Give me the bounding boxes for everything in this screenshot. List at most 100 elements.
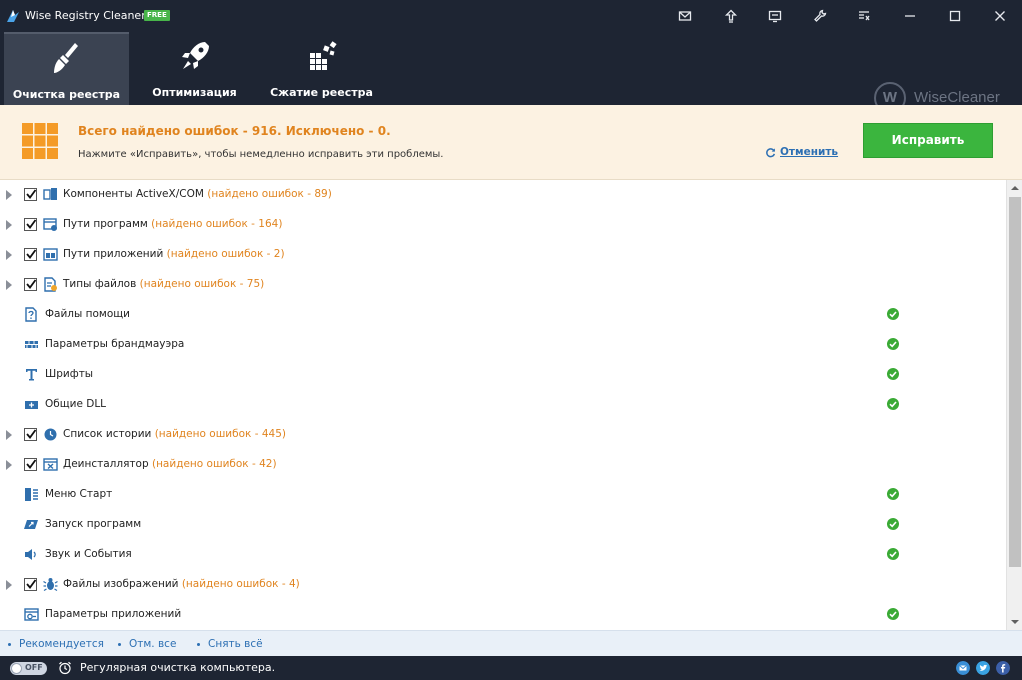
category-label: Пути приложений (найдено ошибок - 2): [63, 248, 285, 260]
registry-category-row[interactable]: Пути приложений (найдено ошибок - 2): [0, 240, 1006, 270]
deselect-all-link[interactable]: Снять всё: [197, 638, 263, 650]
expand-arrow-icon[interactable]: [6, 220, 12, 230]
sound-icon: [25, 549, 36, 560]
tab-optimization[interactable]: Оптимизация: [132, 32, 257, 105]
error-count: (найдено ошибок - 164): [151, 218, 283, 230]
wrench-icon: [814, 9, 827, 22]
category-checkbox[interactable]: [24, 248, 37, 261]
tab-label: Оптимизация: [152, 86, 237, 99]
ok-check-icon: [887, 608, 899, 620]
expand-arrow-icon[interactable]: [6, 460, 12, 470]
image-file-icon: [43, 578, 58, 592]
maximize-button[interactable]: [937, 0, 973, 32]
ok-check-icon: [887, 488, 899, 500]
registry-category-row[interactable]: Звук и События: [0, 540, 1006, 570]
registry-category-row[interactable]: Запуск программ: [0, 510, 1006, 540]
errors-found-title: Всего найдено ошибок - 916. Исключено - …: [78, 124, 391, 138]
category-checkbox[interactable]: [24, 428, 37, 441]
category-name: Файлы помощи: [45, 308, 130, 320]
expand-arrow-icon[interactable]: [6, 430, 12, 440]
brand-name: WiseCleaner: [914, 89, 1000, 106]
expand-arrow-icon[interactable]: [6, 190, 12, 200]
close-icon: [995, 11, 1005, 21]
menu-button[interactable]: [846, 0, 882, 32]
ok-check-icon: [887, 308, 899, 320]
registry-category-row[interactable]: Пути программ (найдено ошибок - 164): [0, 210, 1006, 240]
checkmark-icon: [26, 429, 37, 439]
facebook-icon[interactable]: [996, 661, 1010, 675]
tab-registry-defrag[interactable]: Сжатие реестра: [259, 32, 384, 105]
feedback-mail-button[interactable]: [667, 0, 703, 32]
expand-arrow-icon[interactable]: [6, 580, 12, 590]
category-checkbox[interactable]: [24, 578, 37, 591]
registry-category-list: Компоненты ActiveX/COM (найдено ошибок -…: [0, 180, 1006, 630]
category-name: Типы файлов: [63, 278, 137, 290]
scroll-up-button[interactable]: [1007, 180, 1022, 196]
refresh-icon: [766, 147, 776, 157]
fix-hint-text: Нажмите «Исправить», чтобы немедленно ис…: [78, 149, 444, 160]
twitter-icon[interactable]: [976, 661, 990, 675]
registry-category-row[interactable]: Файлы изображений (найдено ошибок - 4): [0, 570, 1006, 600]
registry-category-row[interactable]: Деинсталлятор (найдено ошибок - 42): [0, 450, 1006, 480]
status-bar: OFF Регулярная очистка компьютера.: [0, 656, 1022, 680]
maximize-icon: [949, 10, 961, 22]
registry-category-row[interactable]: Меню Старт: [0, 480, 1006, 510]
broom-icon: [53, 43, 78, 73]
category-checkbox[interactable]: [24, 188, 37, 201]
undo-link[interactable]: Отменить: [765, 146, 838, 158]
category-label: Запуск программ: [45, 518, 141, 530]
registry-category-row[interactable]: Параметры приложений: [0, 600, 1006, 630]
category-label: Файлы помощи: [45, 308, 130, 320]
registry-category-row[interactable]: Общие DLL: [0, 390, 1006, 420]
settings-button[interactable]: [802, 0, 838, 32]
uninstaller-icon: [43, 458, 58, 471]
registry-category-row[interactable]: Список истории (найдено ошибок - 445): [0, 420, 1006, 450]
expand-arrow-icon[interactable]: [6, 250, 12, 260]
scroll-down-button[interactable]: [1007, 614, 1022, 630]
error-count: (найдено ошибок - 42): [151, 458, 277, 470]
category-checkbox[interactable]: [24, 458, 37, 471]
undo-label: Отменить: [780, 146, 839, 158]
select-all-link[interactable]: Отм. все: [117, 638, 176, 650]
category-checkbox[interactable]: [24, 218, 37, 231]
category-name: Пути приложений: [63, 248, 164, 260]
category-label: Компоненты ActiveX/COM (найдено ошибок -…: [63, 188, 332, 200]
registry-category-row[interactable]: Компоненты ActiveX/COM (найдено ошибок -…: [0, 180, 1006, 210]
window-title: Wise Registry Cleaner X: [25, 9, 157, 22]
toggle-knob: [11, 663, 22, 674]
email-share-icon[interactable]: [956, 661, 970, 675]
registry-category-row[interactable]: Типы файлов (найдено ошибок - 75): [0, 270, 1006, 300]
registry-category-row[interactable]: Файлы помощи: [0, 300, 1006, 330]
scheduled-clean-toggle[interactable]: OFF: [10, 662, 47, 675]
category-checkbox[interactable]: [24, 278, 37, 291]
category-name: Файлы изображений: [63, 578, 179, 590]
history-icon: [44, 428, 57, 441]
minimize-button[interactable]: [892, 0, 928, 32]
list-scrollbar[interactable]: [1006, 180, 1022, 630]
category-label: Параметры брандмауэра: [45, 338, 184, 350]
app-settings-icon: [24, 608, 39, 621]
select-recommended-link[interactable]: Рекомендуется: [8, 638, 104, 650]
error-count: (найдено ошибок - 75): [139, 278, 265, 290]
checkmark-icon: [26, 279, 37, 289]
registry-category-row[interactable]: Параметры брандмауэра: [0, 330, 1006, 360]
checkmark-icon: [26, 579, 37, 589]
skin-button[interactable]: [757, 0, 793, 32]
expand-arrow-icon[interactable]: [6, 280, 12, 290]
scroll-thumb[interactable]: [1009, 197, 1021, 567]
free-badge: FREE: [144, 10, 170, 21]
close-button[interactable]: [982, 0, 1018, 32]
main-tab-strip: Очистка реестра Оптимизация Сжатие реест…: [0, 32, 1022, 114]
menu-list-icon: [859, 11, 870, 21]
tab-registry-cleaner[interactable]: Очистка реестра: [4, 32, 129, 105]
fix-button[interactable]: Исправить: [863, 123, 993, 158]
help-file-icon: [25, 307, 37, 322]
checkmark-icon: [26, 249, 37, 259]
category-label: Шрифты: [45, 368, 93, 380]
scheduled-clean-text: Регулярная очистка компьютера.: [80, 661, 276, 674]
mail-icon: [678, 11, 692, 21]
update-button[interactable]: [713, 0, 749, 32]
ok-check-icon: [887, 548, 899, 560]
registry-category-row[interactable]: Шрифты: [0, 360, 1006, 390]
category-name: Шрифты: [45, 368, 94, 380]
